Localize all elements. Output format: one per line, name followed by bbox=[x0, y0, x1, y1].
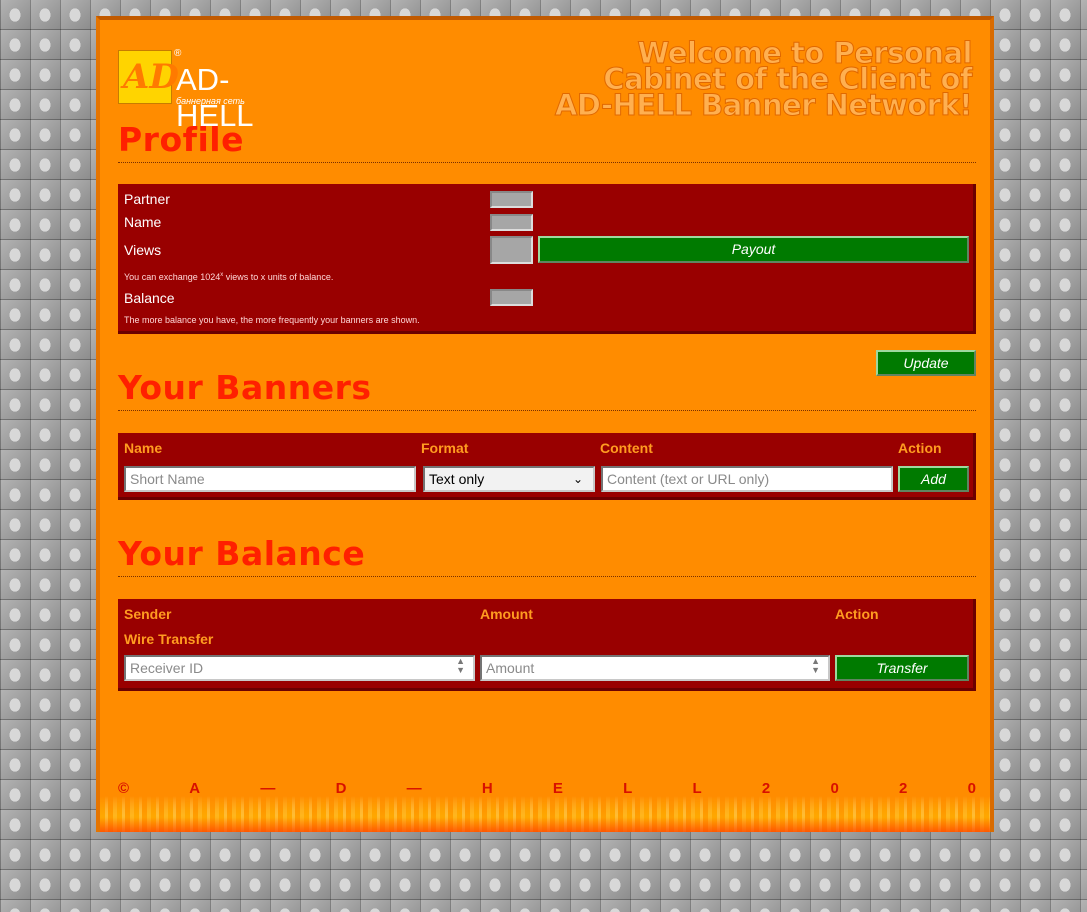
amount-input[interactable]: Amount ▲ ▼ bbox=[480, 655, 830, 681]
footer-char: H bbox=[481, 780, 493, 797]
footer-char: 0 bbox=[967, 780, 976, 797]
balance-panel: Sender Amount Action Wire Transfer Recei… bbox=[118, 599, 976, 691]
footer-char: — bbox=[406, 780, 422, 797]
col-action-header: Action bbox=[898, 440, 942, 456]
logo-subtitle: баннерная сеть bbox=[176, 96, 245, 106]
banners-panel: Name Format Content Action Short Name Te… bbox=[118, 433, 976, 500]
footer-char: 2 bbox=[761, 780, 771, 797]
footer-char: A bbox=[189, 780, 201, 797]
spinner-arrows-icon[interactable]: ▲ ▼ bbox=[811, 657, 820, 675]
col-format-header: Format bbox=[421, 440, 469, 456]
exchange-note-post: views to x units of balance. bbox=[223, 272, 334, 282]
receiver-id-input[interactable]: Receiver ID ▲ ▼ bbox=[124, 655, 475, 681]
profile-panel: Partner Name Views Payout You can exchan… bbox=[118, 184, 976, 334]
balance-label: Balance bbox=[124, 290, 175, 306]
footer-char: L bbox=[692, 780, 702, 797]
footer-char: 2 bbox=[899, 780, 908, 797]
balance-note: The more balance you have, the more freq… bbox=[124, 315, 420, 325]
welcome-line-3: AD-HELL Banner Network! bbox=[554, 88, 973, 122]
exchange-note-pre: You can exchange 1024 bbox=[124, 272, 221, 282]
transfer-button[interactable]: Transfer bbox=[835, 655, 969, 681]
views-label: Views bbox=[124, 242, 162, 258]
profile-title: Profile bbox=[118, 120, 244, 159]
copyright-footer: © A — D — H E L L 2 0 2 0 bbox=[118, 780, 976, 797]
spinner-arrows-icon[interactable]: ▲ ▼ bbox=[456, 657, 465, 675]
wire-transfer-label: Wire Transfer bbox=[124, 631, 214, 647]
banners-divider bbox=[118, 410, 976, 411]
col-name-header: Name bbox=[124, 440, 163, 456]
logo-mark-icon: AD bbox=[118, 50, 179, 104]
chevron-down-icon: ⌄ bbox=[572, 472, 583, 486]
ad-hell-logo[interactable]: AD ® AD-HELL баннерная сеть bbox=[118, 48, 298, 133]
footer-char: 0 bbox=[830, 780, 839, 797]
add-banner-button[interactable]: Add bbox=[898, 466, 969, 492]
footer-char: E bbox=[552, 780, 563, 797]
logo-glyph: AD bbox=[123, 57, 179, 97]
flames-decoration bbox=[100, 796, 990, 832]
welcome-heading: Welcome to Personal Cabinet of the Clien… bbox=[554, 38, 973, 122]
balance-divider bbox=[118, 576, 976, 577]
footer-char: D bbox=[335, 780, 347, 797]
amount-placeholder: Amount bbox=[486, 660, 535, 676]
footer-char: © bbox=[118, 780, 130, 797]
name-label: Name bbox=[124, 214, 162, 230]
profile-divider bbox=[118, 162, 976, 163]
payout-button[interactable]: Payout bbox=[538, 236, 969, 263]
col-transfer-action-header: Action bbox=[835, 606, 879, 622]
banner-content-input[interactable]: Content (text or URL only) bbox=[601, 466, 893, 492]
name-value bbox=[490, 214, 533, 231]
banners-title: Your Banners bbox=[118, 368, 372, 407]
registered-mark: ® bbox=[174, 48, 182, 59]
col-amount-header: Amount bbox=[480, 606, 533, 622]
format-selected-value: Text only bbox=[429, 471, 485, 487]
banner-name-input[interactable]: Short Name bbox=[124, 466, 416, 492]
banner-format-select[interactable]: Text only ⌄ bbox=[423, 466, 595, 492]
receiver-id-placeholder: Receiver ID bbox=[130, 660, 204, 676]
balance-title: Your Balance bbox=[118, 534, 366, 573]
page-container: AD ® AD-HELL баннерная сеть Welcome to P… bbox=[96, 16, 994, 832]
balance-value bbox=[490, 289, 533, 306]
footer-char: L bbox=[623, 780, 633, 797]
col-sender-header: Sender bbox=[124, 606, 172, 622]
exchange-note: You can exchange 1024x views to x units … bbox=[124, 272, 333, 282]
views-value bbox=[490, 236, 533, 264]
col-content-header: Content bbox=[600, 440, 653, 456]
partner-label: Partner bbox=[124, 191, 170, 207]
partner-value bbox=[490, 191, 533, 208]
update-button[interactable]: Update bbox=[876, 350, 976, 376]
footer-char: — bbox=[260, 780, 276, 797]
